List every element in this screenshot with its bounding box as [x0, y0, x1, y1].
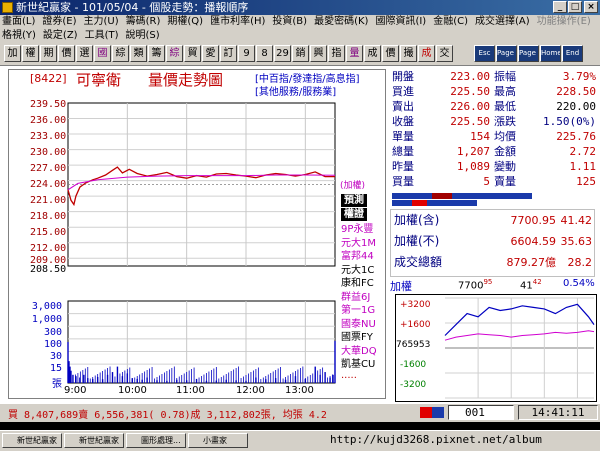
maximize-button[interactable]: □	[568, 1, 582, 13]
menu-item-options[interactable]: 期權(Q)	[167, 16, 203, 27]
toolbar-button[interactable]: 量	[346, 45, 363, 62]
mini-index-chart	[444, 297, 595, 399]
window-title: 新世紀贏家 - 101/05/04 - 個股走勢：播報順序	[16, 1, 249, 14]
taskbar-item[interactable]: 圖形處理...	[126, 433, 186, 448]
menu-item-trade-select[interactable]: 成交選擇(A)	[475, 16, 530, 27]
menu-item-securities[interactable]: 證券(E)	[42, 16, 76, 27]
toolbar-button[interactable]: 訂	[220, 45, 237, 62]
status-text: 買 8,407,689賣 6,556,381( 0.78)成 3,112,802…	[8, 410, 327, 421]
mini-index-line	[444, 303, 595, 336]
menu-bar: 畫面(L) 證券(E) 主力(U) 籌碼(R) 期權(Q) 匯市利率(H) 投資(B) 最愛密…	[0, 15, 600, 43]
page-up-button[interactable]: Page Up	[496, 45, 517, 62]
menu-item-functions[interactable]: 功能操作(E)	[537, 16, 591, 27]
menu-item-intl-info[interactable]: 國際資訊(I)	[375, 16, 426, 27]
menu-item-screen[interactable]: 畫面(L)	[2, 16, 35, 27]
toolbar-button[interactable]: 綜	[166, 45, 183, 62]
toolbar-button[interactable]: 撮	[400, 45, 417, 62]
menu-item-finance[interactable]: 金融(C)	[433, 16, 468, 27]
toolbar-button[interactable]: 指	[328, 45, 345, 62]
toolbar-button[interactable]: 8	[256, 45, 273, 62]
menu-row-2: 格視(Y) 設定(Z) 工具(T) 說明(S)	[2, 29, 167, 43]
status-blue-block	[432, 407, 444, 418]
minimize-button[interactable]: _	[553, 1, 567, 13]
toolbar-button[interactable]: 選	[76, 45, 93, 62]
status-red-block	[420, 407, 432, 418]
app-icon	[2, 2, 13, 13]
taskbar-item[interactable]: 新世紀贏家	[64, 433, 124, 448]
toolbar-button[interactable]: 加	[4, 45, 21, 62]
toolbar-button[interactable]: 29	[274, 45, 291, 62]
toolbar-button[interactable]: 國	[94, 45, 111, 62]
mini-grid	[445, 297, 594, 399]
code-input[interactable]: 001	[448, 405, 514, 420]
toolbar-button[interactable]: 貿	[184, 45, 201, 62]
taskbar-item[interactable]: 新世紀贏家	[2, 433, 62, 448]
menu-item-tools[interactable]: 工具(T)	[85, 30, 119, 41]
menu-item-chips[interactable]: 籌碼(R)	[126, 16, 161, 27]
toolbar-button[interactable]: 愛	[202, 45, 219, 62]
mini-lines	[444, 303, 595, 341]
toolbar-button[interactable]: 權	[22, 45, 39, 62]
menu-item-fx-rates[interactable]: 匯市利率(H)	[210, 16, 265, 27]
toolbar-button[interactable]: 期	[40, 45, 57, 62]
mini-reference-line	[444, 330, 595, 341]
toolbar-button[interactable]: 9	[238, 45, 255, 62]
end-button[interactable]: End	[562, 45, 583, 62]
toolbar-button[interactable]: 籌	[148, 45, 165, 62]
toolbar: 加權期價選國綜類籌綜貿愛訂9829銷興指量成價撮成交 Esc Page Up P…	[0, 43, 600, 66]
toolbar-button[interactable]: 興	[310, 45, 327, 62]
toolbar-button[interactable]: 價	[58, 45, 75, 62]
clock: 14:41:11	[518, 405, 598, 420]
toolbar-button[interactable]: 綜	[112, 45, 129, 62]
esc-button[interactable]: Esc	[474, 45, 495, 62]
page-down-button[interactable]: Page Dn	[518, 45, 539, 62]
taskbar-item[interactable]: 小畫家	[188, 433, 248, 448]
toolbar-button[interactable]: 交	[436, 45, 453, 62]
watermark: http://kujd3268.pixnet.net/album	[330, 433, 542, 446]
menu-item-invest[interactable]: 投資(B)	[272, 16, 307, 27]
menu-item-favorites[interactable]: 最愛密碼(K)	[314, 16, 368, 27]
menu-row-1: 畫面(L) 證券(E) 主力(U) 籌碼(R) 期權(Q) 匯市利率(H) 投資(B) 最愛密…	[2, 15, 598, 29]
main-area: [8422] 可寧衛 量價走勢圖 [中百指/發達指/高息指] [其他服務/服務業…	[0, 66, 600, 404]
menu-item-main-force[interactable]: 主力(U)	[84, 16, 119, 27]
toolbar-button[interactable]: 類	[130, 45, 147, 62]
close-button[interactable]: ×	[584, 1, 598, 13]
toolbar-button[interactable]: 成	[418, 45, 435, 62]
menu-item-settings[interactable]: 設定(Z)	[43, 30, 78, 41]
toolbar-button[interactable]: 價	[382, 45, 399, 62]
menu-item-view[interactable]: 格視(Y)	[2, 30, 36, 41]
status-bar: 買 8,407,689賣 6,556,381( 0.78)成 3,112,802…	[0, 404, 600, 422]
title-bar: 新世紀贏家 - 101/05/04 - 個股走勢：播報順序 _ □ ×	[0, 0, 600, 15]
toolbar-button[interactable]: 成	[364, 45, 381, 62]
toolbar-button[interactable]: 銷	[292, 45, 309, 62]
home-button[interactable]: Home	[540, 45, 561, 62]
menu-item-help[interactable]: 說明(S)	[126, 30, 160, 41]
